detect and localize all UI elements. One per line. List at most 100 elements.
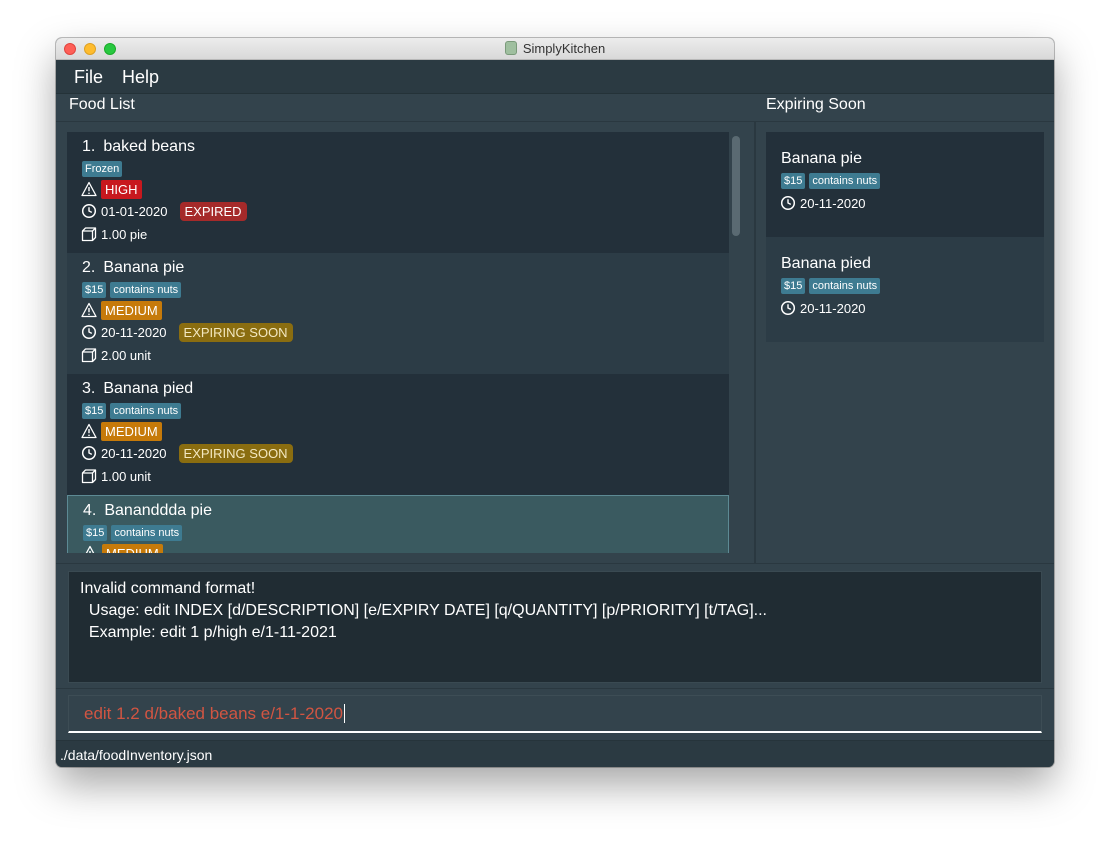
tag: $15 bbox=[83, 525, 108, 541]
expiring-card[interactable]: Banana pied $15 contains nuts 20-11-2020 bbox=[766, 237, 1044, 342]
quantity-value: 1.00 pie bbox=[101, 227, 148, 242]
food-name: Bananddda pie bbox=[104, 502, 212, 519]
priority-row: MEDIUM bbox=[81, 301, 162, 321]
expiry-status-badge: EXPIRING SOON bbox=[178, 444, 293, 463]
result-display[interactable]: Invalid command format! Usage: edit INDE… bbox=[68, 571, 1042, 683]
clock-icon bbox=[780, 195, 796, 211]
food-card-title: 2. Banana pie bbox=[82, 259, 184, 277]
food-index: 1. bbox=[82, 138, 96, 155]
food-card[interactable]: 2. Banana pie $15 contains nuts MEDIUM 20-… bbox=[67, 253, 729, 374]
tag: $15 bbox=[781, 278, 806, 294]
command-input-text: edit 1.2 d/baked beans e/1-1-2020 bbox=[84, 704, 343, 723]
menu-help[interactable]: Help bbox=[122, 67, 159, 88]
warning-icon bbox=[81, 181, 97, 197]
food-card-title: 1. baked beans bbox=[82, 138, 195, 156]
save-location: ./data/foodInventory.json bbox=[60, 747, 213, 763]
expiring-food-name: Banana pied bbox=[781, 255, 871, 272]
expiry-date: 20-11-2020 bbox=[101, 446, 167, 461]
menu-bar: File Help bbox=[56, 60, 1054, 94]
window-title: SimplyKitchen bbox=[522, 41, 606, 56]
expiry-date: 20-11-2020 bbox=[800, 301, 866, 316]
command-area: edit 1.2 d/baked beans e/1-1-2020 bbox=[56, 688, 1054, 738]
food-card[interactable]: 1. baked beans Frozen HIGH 01-01-2020 EXPI… bbox=[67, 132, 729, 253]
text-caret bbox=[343, 704, 345, 723]
food-index: 4. bbox=[83, 502, 97, 519]
food-tags: $15 contains nuts bbox=[83, 523, 186, 541]
food-card-title: 3. Banana pied bbox=[82, 380, 193, 398]
food-index: 3. bbox=[82, 380, 96, 397]
expiring-card[interactable]: Banana pie $15 contains nuts 20-11-2020 bbox=[766, 132, 1044, 237]
food-list-scrollbar[interactable] bbox=[732, 136, 740, 236]
expiring-food-name: Banana pie bbox=[781, 150, 862, 167]
panel-divider[interactable] bbox=[754, 122, 756, 563]
window-title-wrap: SimplyKitchen bbox=[56, 41, 1054, 56]
menu-file[interactable]: File bbox=[74, 67, 103, 88]
quantity-row: 1.00 unit bbox=[81, 468, 151, 488]
food-list[interactable]: 1. baked beans Frozen HIGH 01-01-2020 EXPI… bbox=[67, 132, 729, 553]
tag: $15 bbox=[781, 173, 806, 189]
box-icon bbox=[81, 469, 97, 484]
tag: contains nuts bbox=[809, 278, 881, 294]
quantity-value: 2.00 unit bbox=[101, 348, 151, 363]
tag: contains nuts bbox=[110, 282, 182, 298]
quantity-row: 2.00 unit bbox=[81, 347, 151, 367]
clock-icon bbox=[780, 300, 796, 316]
expiry-row: 01-01-2020 EXPIRED bbox=[81, 202, 247, 222]
tag: $15 bbox=[82, 282, 107, 298]
tag: contains nuts bbox=[111, 525, 183, 541]
priority-row: HIGH bbox=[81, 180, 142, 200]
clock-icon bbox=[81, 445, 97, 461]
priority-badge: HIGH bbox=[101, 180, 142, 199]
command-input[interactable]: edit 1.2 d/baked beans e/1-1-2020 bbox=[68, 695, 1042, 733]
expiry-date: 20-11-2020 bbox=[101, 325, 167, 340]
app-icon bbox=[504, 41, 517, 55]
header-divider bbox=[56, 121, 1054, 122]
food-card[interactable]: 3. Banana pied $15 contains nuts MEDIUM 20… bbox=[67, 374, 729, 495]
food-tags: $15 contains nuts bbox=[82, 401, 185, 419]
food-list-header: Food List bbox=[69, 96, 135, 113]
result-line: Usage: edit INDEX [d/DESCRIPTION] [e/EXP… bbox=[80, 602, 767, 619]
warning-icon bbox=[81, 302, 97, 318]
expiring-food-tags: $15 contains nuts bbox=[781, 276, 884, 294]
priority-row: MEDIUM bbox=[81, 422, 162, 442]
food-name: Banana pie bbox=[103, 259, 185, 276]
food-index: 2. bbox=[82, 259, 96, 276]
expiry-date: 20-11-2020 bbox=[800, 196, 866, 211]
app-window: SimplyKitchen File Help Food List Expiri… bbox=[56, 38, 1054, 767]
expiry-status-badge: EXPIRED bbox=[179, 202, 247, 221]
command-input-wrap: edit 1.2 d/baked beans e/1-1-2020 bbox=[84, 704, 345, 724]
tag: $15 bbox=[82, 403, 107, 419]
result-line: Invalid command format! bbox=[80, 580, 256, 597]
expiry-row: 20-11-2020 EXPIRING SOON bbox=[81, 444, 293, 464]
quantity-value: 1.00 unit bbox=[101, 469, 151, 484]
food-tags: $15 contains nuts bbox=[82, 280, 185, 298]
quantity-row: 1.00 pie bbox=[81, 226, 147, 246]
expiring-soon-header: Expiring Soon bbox=[766, 96, 866, 113]
priority-badge: MEDIUM bbox=[101, 301, 162, 320]
warning-icon bbox=[85, 545, 95, 553]
expiry-status-badge: EXPIRING SOON bbox=[178, 323, 293, 342]
food-name: Banana pied bbox=[103, 380, 194, 397]
expiry-row: 20-11-2020 bbox=[780, 195, 866, 215]
clock-icon bbox=[81, 324, 97, 340]
expiry-row: 20-11-2020 bbox=[780, 300, 866, 320]
food-card-title: 4. Bananddda pie bbox=[83, 502, 212, 520]
expiry-date: 01-01-2020 bbox=[101, 204, 168, 219]
tag: contains nuts bbox=[809, 173, 881, 189]
result-display-area: Invalid command format! Usage: edit INDE… bbox=[56, 563, 1054, 687]
priority-row: MEDIUM bbox=[82, 544, 163, 553]
warning-icon bbox=[81, 423, 97, 439]
food-name: baked beans bbox=[103, 138, 195, 155]
food-tags: Frozen bbox=[82, 159, 126, 177]
expiry-row: 20-11-2020 EXPIRING SOON bbox=[81, 323, 293, 343]
status-bar: ./data/foodInventory.json bbox=[56, 740, 1054, 767]
expiring-food-tags: $15 contains nuts bbox=[781, 171, 884, 189]
priority-badge: MEDIUM bbox=[101, 422, 162, 441]
result-line: Example: edit 1 p/high e/1-11-2021 bbox=[80, 624, 337, 641]
box-icon bbox=[81, 227, 97, 242]
box-icon bbox=[81, 348, 97, 363]
priority-badge: MEDIUM bbox=[102, 544, 163, 553]
clock-icon bbox=[81, 203, 97, 219]
title-bar: SimplyKitchen bbox=[56, 38, 1054, 60]
food-card-selected[interactable]: 4. Bananddda pie $15contains nuts MEDIUM bbox=[67, 495, 729, 553]
